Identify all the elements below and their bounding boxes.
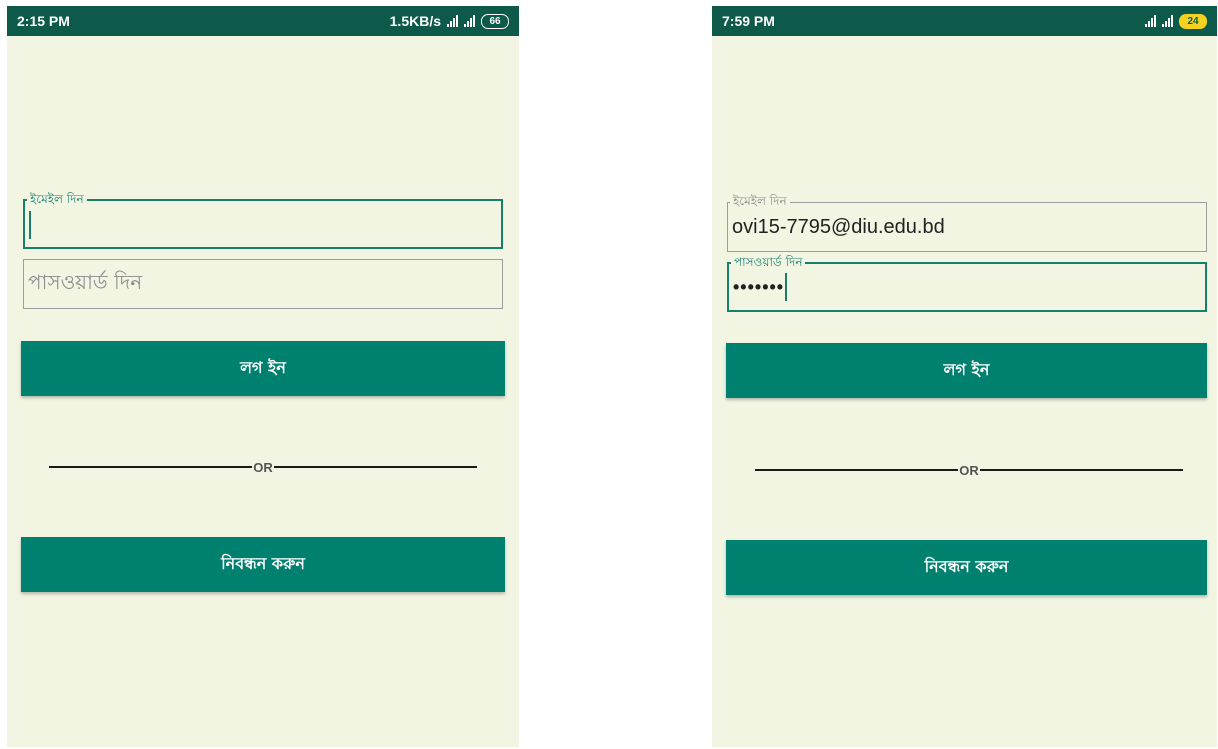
password-field[interactable]: পাসওয়ার্ড দিন ••••••• <box>727 254 1207 312</box>
signal-icon <box>1145 15 1156 27</box>
phone-screen-right: 7:59 PM 24 ইমেইল দিন ovi15-7795@diu.edu.… <box>712 6 1217 747</box>
status-indicators: 24 <box>1145 13 1207 29</box>
status-indicators: 1.5KB/s 66 <box>390 13 509 29</box>
or-divider: OR <box>49 457 477 477</box>
battery-icon: 24 <box>1179 13 1207 29</box>
text-cursor <box>29 211 31 239</box>
phone-screen-left: 2:15 PM 1.5KB/s 66 ইমেইল দিন পাসওয়ার্ড … <box>7 6 519 747</box>
register-button[interactable]: নিবন্ধন করুন <box>726 540 1207 595</box>
login-button[interactable]: লগ ইন <box>21 341 505 396</box>
or-divider: OR <box>755 460 1183 480</box>
register-button[interactable]: নিবন্ধন করুন <box>21 537 505 592</box>
divider-line <box>979 469 1183 471</box>
status-time: 7:59 PM <box>722 13 775 29</box>
divider-line <box>273 466 477 468</box>
signal-icon <box>1162 15 1173 27</box>
status-bar: 7:59 PM 24 <box>712 6 1217 36</box>
divider-line <box>755 469 959 471</box>
email-field[interactable]: ইমেইল দিন ovi15-7795@diu.edu.bd <box>727 193 1207 252</box>
password-value-wrap: ••••••• <box>733 264 788 310</box>
email-field-label: ইমেইল দিন <box>27 191 87 211</box>
signal-icon <box>447 15 458 27</box>
email-value: ovi15-7795@diu.edu.bd <box>732 215 945 238</box>
or-label: OR <box>959 462 979 478</box>
battery-icon: 66 <box>481 13 509 29</box>
email-field[interactable]: ইমেইল দিন <box>23 191 503 249</box>
or-label: OR <box>253 459 273 475</box>
signal-icon <box>464 15 475 27</box>
password-value: ••••••• <box>733 276 785 297</box>
divider-line <box>49 466 253 468</box>
network-speed: 1.5KB/s <box>389 13 441 29</box>
status-bar: 2:15 PM 1.5KB/s 66 <box>7 6 519 36</box>
password-placeholder: পাসওয়ার্ড দিন <box>28 269 143 294</box>
login-button[interactable]: লগ ইন <box>726 343 1207 398</box>
text-cursor <box>785 273 788 301</box>
password-field[interactable]: পাসওয়ার্ড দিন <box>23 259 503 309</box>
status-time: 2:15 PM <box>17 13 70 29</box>
